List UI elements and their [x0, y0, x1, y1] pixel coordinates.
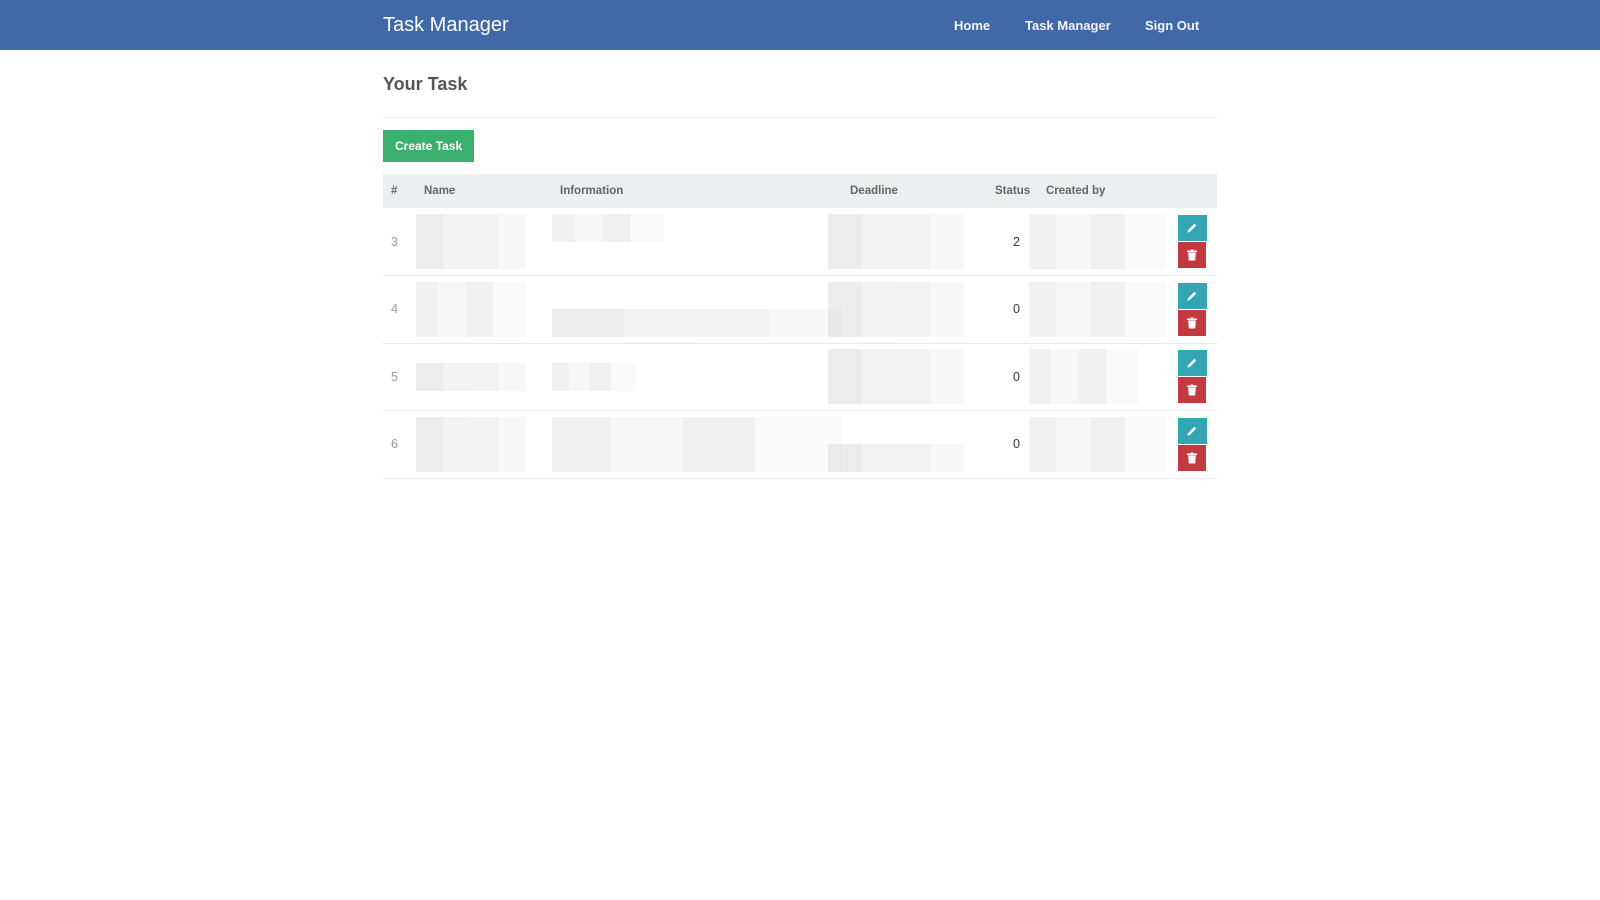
row-number: 3 [391, 234, 398, 249]
edit-task-button[interactable] [1177, 350, 1207, 377]
row-name-redacted [416, 208, 552, 276]
trash-icon [1187, 249, 1197, 261]
tasks-table: # Name Information Deadline Status Creat… [383, 174, 1217, 479]
column-header-deadline: Deadline [850, 185, 898, 197]
pencil-icon [1187, 223, 1197, 233]
trash-icon [1187, 384, 1197, 396]
title-divider [383, 117, 1217, 118]
row-name-redacted [416, 343, 552, 411]
table-row: 6 0 [383, 411, 1217, 479]
column-header-status: Status [995, 185, 1031, 197]
row-deadline-redacted [828, 343, 987, 411]
row-actions [1167, 411, 1217, 479]
delete-task-button[interactable] [1178, 309, 1206, 336]
row-information-redacted [552, 411, 842, 479]
row-created-by-redacted [1029, 208, 1167, 276]
delete-task-button[interactable] [1178, 444, 1206, 471]
trash-icon [1187, 317, 1197, 329]
row-deadline-redacted [828, 208, 987, 276]
table-header-row: # Name Information Deadline Status Creat… [383, 174, 1217, 208]
row-actions [1167, 208, 1217, 276]
row-deadline-redacted [828, 411, 987, 479]
row-name-redacted [416, 411, 552, 479]
brand-link[interactable]: Task Manager [383, 14, 509, 37]
row-number: 6 [391, 437, 398, 452]
column-header-actions [1167, 174, 1217, 208]
row-created-by-redacted [1029, 343, 1167, 411]
column-header-information: Information [560, 185, 624, 197]
navbar: Task Manager Home Task Manager Sign Out [0, 0, 1600, 50]
row-information-redacted [552, 276, 842, 344]
main-container: Your Task Create Task # Name Information… [383, 50, 1217, 479]
nav-sign-out-link[interactable]: Sign Out [1145, 18, 1199, 33]
row-information-redacted [552, 343, 842, 411]
edit-task-button[interactable] [1177, 215, 1207, 241]
edit-task-button[interactable] [1177, 417, 1207, 444]
create-task-button[interactable]: Create Task [383, 130, 475, 162]
pencil-icon [1187, 426, 1197, 436]
nav-home-link[interactable]: Home [954, 18, 990, 33]
row-created-by-redacted [1029, 411, 1167, 479]
row-name-redacted [416, 276, 552, 344]
delete-task-button[interactable] [1178, 242, 1206, 268]
delete-task-button[interactable] [1178, 377, 1206, 404]
row-number: 4 [391, 302, 398, 317]
row-deadline-redacted [828, 276, 987, 344]
row-information-redacted [552, 208, 842, 276]
row-actions [1167, 343, 1217, 411]
pencil-icon [1187, 291, 1197, 301]
column-header-created-by: Created by [1046, 185, 1106, 197]
table-row: 4 0 [383, 276, 1217, 344]
edit-task-button[interactable] [1177, 282, 1207, 309]
row-created-by-redacted [1029, 276, 1167, 344]
row-actions [1167, 276, 1217, 344]
row-number: 5 [391, 369, 398, 384]
pencil-icon [1187, 359, 1197, 368]
column-header-number: # [391, 185, 398, 197]
table-row: 3 2 [383, 208, 1217, 276]
nav-task-manager-link[interactable]: Task Manager [1025, 18, 1111, 33]
column-header-name: Name [424, 185, 456, 197]
page-title: Your Task [383, 74, 468, 94]
trash-icon [1187, 452, 1197, 464]
table-row: 5 0 [383, 343, 1217, 411]
